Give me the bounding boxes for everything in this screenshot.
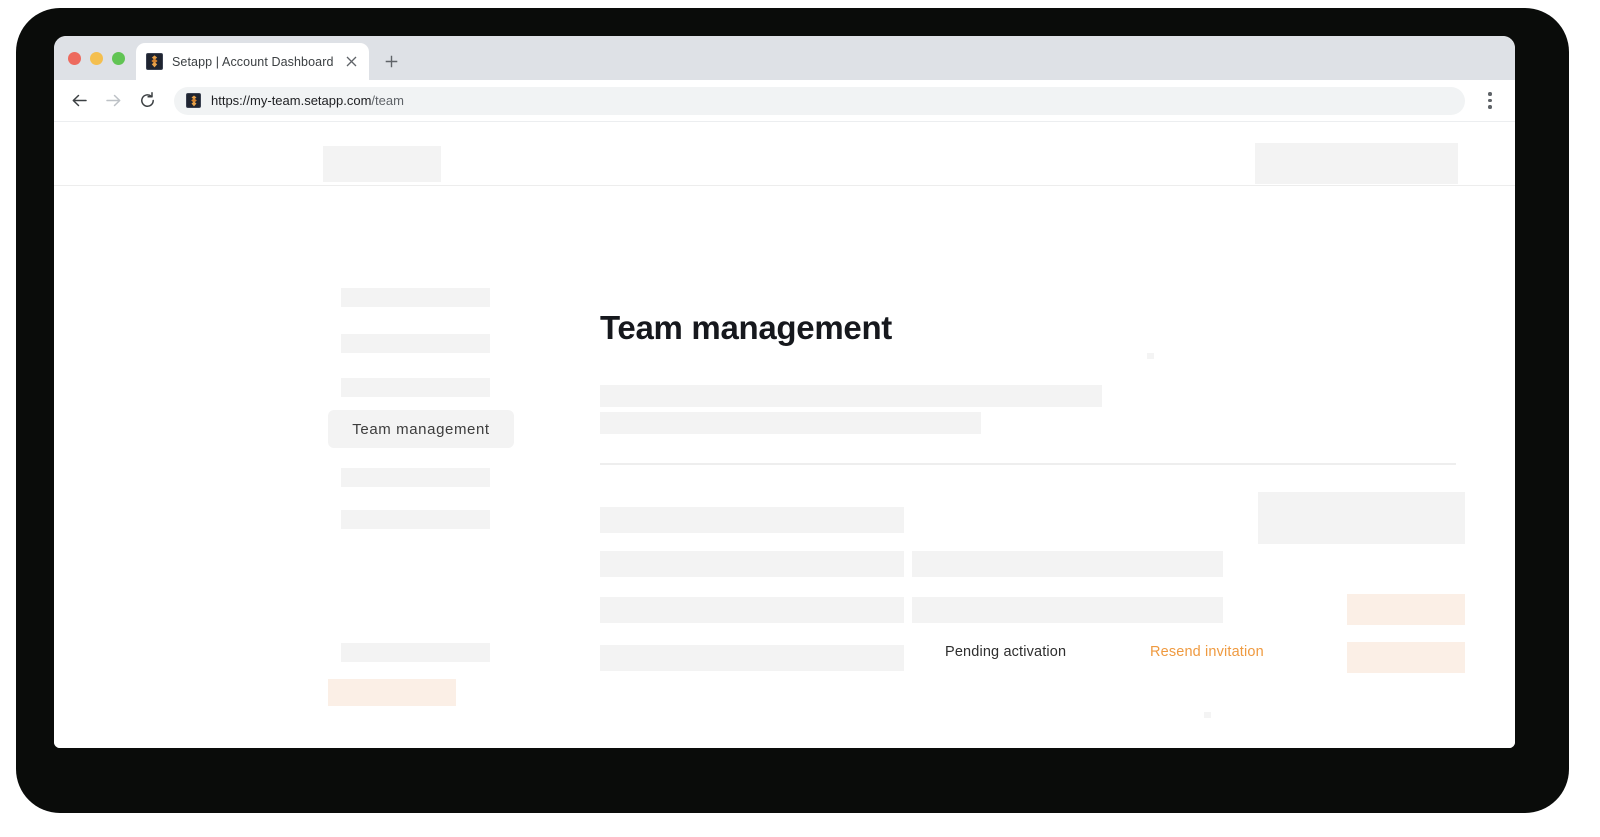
setapp-favicon-icon bbox=[146, 53, 163, 70]
row-action-placeholder[interactable] bbox=[1347, 642, 1465, 673]
page-title: Team management bbox=[600, 309, 892, 346]
browser-menu-icon[interactable] bbox=[1479, 87, 1501, 115]
content-divider-top bbox=[600, 463, 1456, 465]
footer-micro-dot bbox=[1204, 712, 1211, 718]
browser-tab[interactable]: Setapp | Account Dashboard bbox=[136, 43, 369, 80]
back-button[interactable] bbox=[64, 86, 94, 116]
close-window-button[interactable] bbox=[68, 52, 81, 65]
reload-button[interactable] bbox=[132, 86, 162, 116]
status-badge: Pending activation bbox=[945, 644, 1067, 660]
intro-micro-dot bbox=[1147, 353, 1154, 359]
maximize-window-button[interactable] bbox=[112, 52, 125, 65]
window-controls[interactable] bbox=[68, 52, 125, 65]
intro-line-1-placeholder bbox=[600, 385, 1102, 407]
minimize-window-button[interactable] bbox=[90, 52, 103, 65]
site-logo-placeholder[interactable] bbox=[323, 146, 441, 182]
menu-dot bbox=[1488, 92, 1492, 96]
menu-dot bbox=[1488, 105, 1492, 109]
address-bar[interactable]: https://my-team.setapp.com/team bbox=[174, 86, 1465, 115]
invite-button-placeholder[interactable] bbox=[1258, 492, 1465, 544]
browser-toolbar: https://my-team.setapp.com/team bbox=[54, 80, 1515, 122]
table-row bbox=[600, 645, 904, 671]
table-row bbox=[912, 551, 1223, 577]
table-row bbox=[600, 551, 904, 577]
table-row bbox=[912, 597, 1223, 623]
url-scheme: https:// bbox=[211, 93, 251, 108]
browser-window: Setapp | Account Dashboard https://my-te… bbox=[54, 36, 1515, 748]
url-path: /team bbox=[371, 93, 404, 108]
table-row bbox=[600, 597, 904, 623]
intro-line-2-placeholder bbox=[600, 412, 981, 434]
url-text: https://my-team.setapp.com/team bbox=[211, 93, 404, 108]
url-host: my-team.setapp.com bbox=[250, 93, 372, 108]
close-tab-icon[interactable] bbox=[343, 54, 359, 70]
table-header-cell-placeholder bbox=[600, 507, 904, 533]
menu-dot bbox=[1488, 98, 1492, 103]
resend-invitation-link[interactable]: Resend invitation bbox=[1150, 644, 1264, 660]
new-tab-button[interactable] bbox=[379, 49, 403, 73]
web-page: Team management Team management Pending … bbox=[54, 122, 1515, 748]
forward-button[interactable] bbox=[98, 86, 128, 116]
account-menu-placeholder[interactable] bbox=[1255, 143, 1458, 184]
tab-title: Setapp | Account Dashboard bbox=[172, 54, 334, 69]
row-action-placeholder[interactable] bbox=[1347, 594, 1465, 625]
browser-tab-strip: Setapp | Account Dashboard bbox=[54, 36, 1515, 80]
main-content: Team management Pending activation Resen… bbox=[54, 187, 1515, 748]
site-favicon-icon bbox=[186, 93, 201, 108]
